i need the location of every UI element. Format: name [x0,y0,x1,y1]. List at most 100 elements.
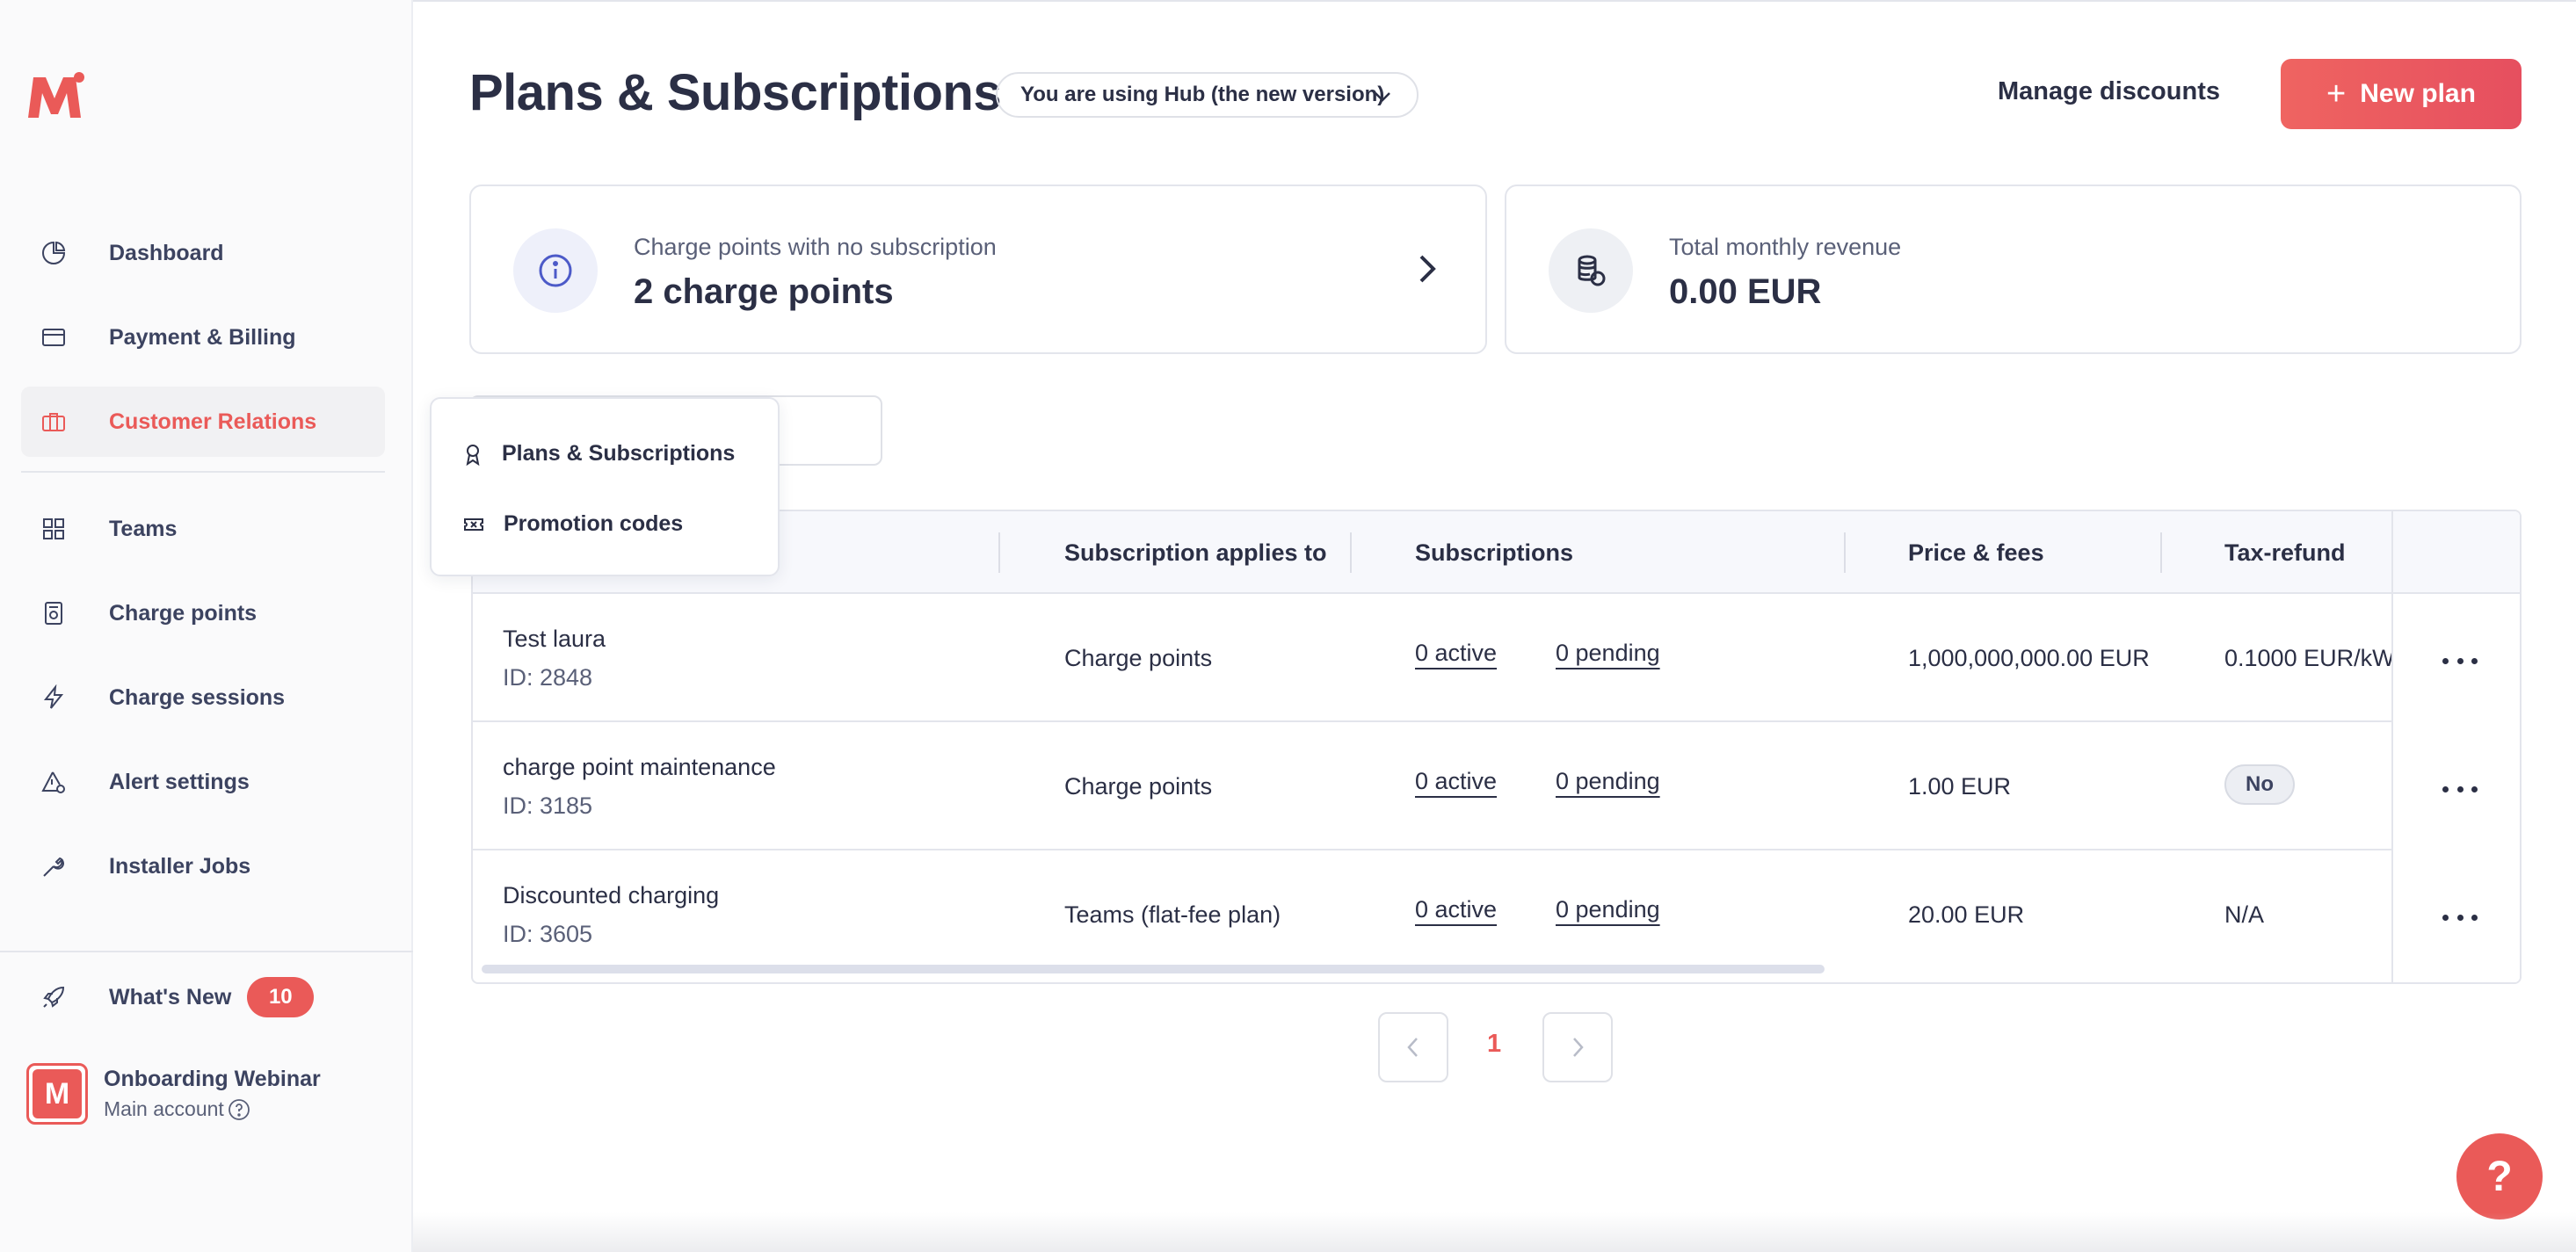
sidebar-item-label: Payment & Billing [109,324,296,350]
no-subscription-card[interactable]: Charge points with no subscription 2 cha… [469,185,1487,354]
plan-price: 20.00 EUR [1908,901,2025,928]
sidebar-nav: Dashboard Payment & Billing Customer Rel… [21,218,385,915]
account-name: Onboarding Webinar [104,1067,321,1091]
ticket-icon [464,517,483,531]
new-plan-label: New plan [2360,79,2476,108]
column-separator [2160,532,2162,573]
avatar-letter: M [33,1069,82,1118]
chevron-left-icon [1407,1038,1418,1057]
plan-applies-to: Charge points [1064,645,1213,671]
sidebar-item-charge-sessions[interactable]: Charge sessions [21,662,385,733]
info-icon [513,228,598,313]
whats-new-link[interactable]: What's New 10 [40,977,315,1017]
alert-icon [41,771,65,793]
menu-item-plans-subscriptions[interactable]: Plans & Subscriptions [463,441,735,467]
whats-new-badge: 10 [247,977,315,1017]
pending-subscriptions-link[interactable]: 0 pending [1556,896,1660,923]
plans-table: Subscription applies to Subscriptions Pr… [471,510,2522,984]
sidebar-item-label: Charge points [109,600,258,626]
card-label: Charge points with no subscription [634,234,997,260]
chevron-down-icon [1375,92,1390,102]
more-options-icon[interactable] [2442,652,2478,669]
table-row[interactable]: Discounted charging ID: 3605 Teams (flat… [473,852,2520,979]
new-plan-button[interactable]: + New plan [2281,59,2522,129]
pending-subscriptions-link[interactable]: 0 pending [1556,640,1660,667]
nav-divider [21,471,385,473]
plan-id: ID: 3605 [503,921,593,947]
more-options-icon[interactable] [2442,908,2478,926]
plan-price: 1,000,000,000.00 EUR [1908,645,2150,671]
version-select-value: You are using Hub (the new version) [1020,83,1385,106]
column-separator [1844,532,1846,573]
question-circle-icon[interactable] [228,1098,250,1121]
plan-tax-refund: N/A [2224,901,2265,928]
plan-tax-refund: 0.1000 EUR/kWh [2224,645,2408,671]
table-row[interactable]: charge point maintenance ID: 3185 Charge… [473,724,2520,850]
bottom-shadow [413,1212,2576,1252]
active-subscriptions-link[interactable]: 0 active [1415,640,1497,667]
more-options-icon[interactable] [2442,780,2478,798]
tax-refund-badge: No [2224,764,2295,805]
award-icon [466,444,480,466]
page-title: Plans & Subscriptions [469,64,1002,121]
horizontal-scrollbar[interactable] [482,965,1825,973]
wrench-icon [43,857,64,877]
lightning-icon [43,684,64,709]
sidebar-item-label: Customer Relations [109,409,317,434]
plan-name: charge point maintenance [503,754,776,780]
previous-page-button[interactable] [1378,1012,1448,1082]
sidebar: Dashboard Payment & Billing Customer Rel… [0,0,413,1252]
coins-icon [1549,228,1633,313]
column-separator [1350,532,1352,573]
grid-icon [43,518,64,539]
card-value: 2 charge points [634,272,894,311]
card-value: 0.00 EUR [1669,272,1822,311]
rocket-icon [43,986,65,1008]
column-header-subscriptions[interactable]: Subscriptions [1415,539,1573,567]
sidebar-item-customer-relations[interactable]: Customer Relations [21,387,385,457]
charger-icon [45,602,62,625]
plan-name: Test laura [503,626,606,652]
table-header: Subscription applies to Subscriptions Pr… [473,511,2520,594]
table-row[interactable]: Test laura ID: 2848 Charge points 0 acti… [473,596,2520,722]
column-separator [998,532,1000,573]
menu-item-promotion-codes[interactable]: Promotion codes [463,511,683,537]
monthly-revenue-card: Total monthly revenue 0.00 EUR [1505,185,2522,354]
active-subscriptions-link[interactable]: 0 active [1415,768,1497,795]
brand-logo-icon[interactable] [25,70,86,123]
chevron-right-icon [1573,1038,1584,1057]
plan-applies-to: Teams (flat-fee plan) [1064,901,1281,928]
sidebar-item-label: Installer Jobs [109,853,251,879]
whats-new-label: What's New [109,984,232,1010]
avatar: M [26,1063,88,1125]
active-subscriptions-link[interactable]: 0 active [1415,896,1497,923]
column-header-applies[interactable]: Subscription applies to [1064,539,1327,567]
pending-subscriptions-link[interactable]: 0 pending [1556,768,1660,795]
sidebar-item-label: Teams [109,516,178,541]
plan-id: ID: 2848 [503,664,593,691]
sidebar-item-installer-jobs[interactable]: Installer Jobs [21,831,385,901]
next-page-button[interactable] [1542,1012,1613,1082]
column-header-tax-refund[interactable]: Tax-refund [2224,539,2346,567]
briefcase-icon [42,413,65,431]
column-header-price[interactable]: Price & fees [1908,539,2044,567]
actions-column [2391,511,2520,982]
manage-discounts-button[interactable]: Manage discounts [1998,77,2220,106]
sidebar-item-label: Alert settings [109,769,250,794]
menu-item-label: Plans & Subscriptions [502,441,736,466]
version-select[interactable]: You are using Hub (the new version) [996,72,1419,118]
sidebar-bottom-divider [0,951,413,952]
sidebar-item-teams[interactable]: Teams [21,494,385,564]
plan-price: 1.00 EUR [1908,773,2012,800]
sidebar-item-dashboard[interactable]: Dashboard [21,218,385,288]
account-switcher[interactable]: M Onboarding Webinar Main account [26,1063,321,1125]
sidebar-item-label: Dashboard [109,240,224,265]
credit-card-icon [42,329,65,346]
sidebar-item-alert-settings[interactable]: Alert settings [21,747,385,817]
sidebar-item-charge-points[interactable]: Charge points [21,578,385,648]
chevron-right-icon [1419,255,1436,283]
help-button[interactable]: ? [2456,1133,2543,1219]
current-page-number[interactable]: 1 [1487,1030,1501,1059]
account-type: Main account [104,1097,224,1120]
sidebar-item-payment-billing[interactable]: Payment & Billing [21,302,385,373]
